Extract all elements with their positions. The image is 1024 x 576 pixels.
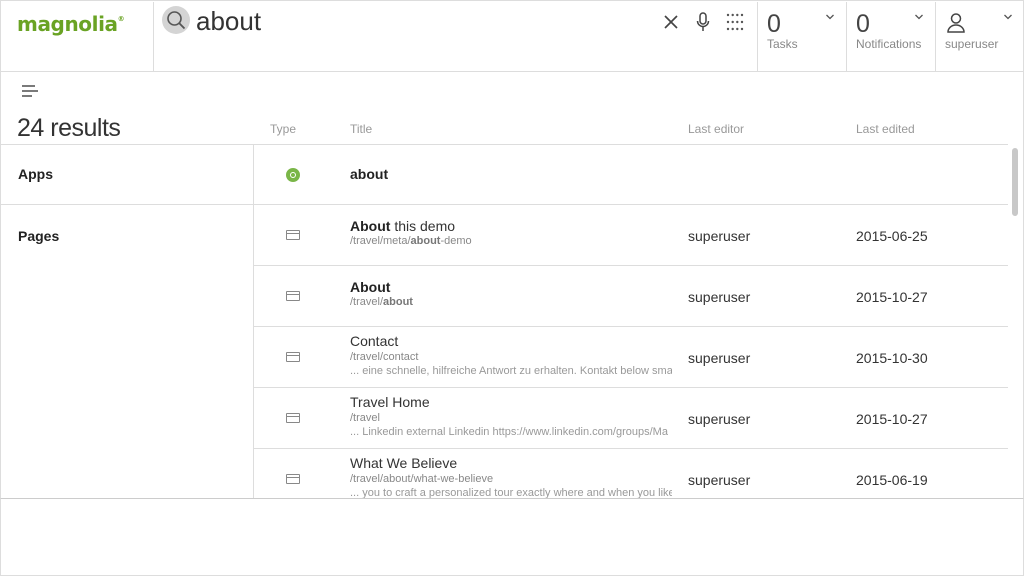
row-title: About (350, 279, 391, 295)
user-icon (947, 13, 965, 33)
page-icon (286, 291, 300, 301)
logo-text: magnolia® (17, 12, 125, 36)
notifications-indicator[interactable]: 0 Notifications (846, 2, 935, 72)
tasks-indicator[interactable]: 0 Tasks (757, 2, 846, 72)
column-header-type[interactable]: Type (270, 122, 296, 136)
search-input[interactable] (196, 4, 646, 38)
search-bar (154, 2, 757, 72)
column-header-last-edited[interactable]: Last edited (856, 122, 915, 136)
row-last-editor: superuser (688, 228, 751, 244)
row-title: about (350, 166, 389, 182)
user-name: superuser (945, 37, 999, 51)
row-last-editor: superuser (688, 472, 751, 488)
app-icon (286, 168, 300, 182)
tasks-label: Tasks (767, 37, 798, 51)
user-menu[interactable]: superuser (935, 2, 1024, 72)
row-title: What We Believe (350, 455, 458, 471)
row-snippet: ... you to craft a personalized tour exa… (350, 487, 672, 498)
page-icon (286, 352, 300, 362)
chevron-down-icon[interactable] (1003, 13, 1013, 21)
row-path: /travel (350, 412, 380, 424)
row-title: About this demo (350, 218, 456, 234)
row-snippet: ... eine schnelle, hilfreiche Antwort zu… (350, 365, 672, 377)
row-last-editor: superuser (688, 289, 751, 305)
chevron-down-icon[interactable] (914, 13, 924, 21)
group-divider (0, 204, 1008, 205)
row-last-edited: 2015-10-27 (856, 289, 928, 305)
row-last-edited: 2015-06-25 (856, 228, 928, 244)
row-path: /travel/meta/about-demo (350, 235, 472, 247)
footer-panel (0, 498, 1024, 576)
search-icon[interactable] (162, 6, 190, 34)
magnolia-logo[interactable]: magnolia® (2, 2, 154, 72)
row-last-edited: 2015-06-19 (856, 472, 928, 488)
row-path: /travel/about/what-we-believe (350, 473, 494, 485)
column-header-title[interactable]: Title (350, 122, 372, 136)
row-title: Travel Home (350, 394, 430, 410)
results-scrollbar[interactable] (1012, 148, 1018, 216)
row-divider (253, 326, 1008, 327)
group-label-apps: Apps (18, 166, 53, 182)
menu-toggle-icon[interactable] (21, 84, 39, 98)
row-divider (253, 387, 1008, 388)
row-path: /travel/contact (350, 351, 419, 363)
results-count: 24 results (17, 114, 121, 142)
row-last-editor: superuser (688, 411, 751, 427)
group-label-pages: Pages (18, 228, 60, 244)
chevron-down-icon[interactable] (825, 13, 835, 21)
row-last-editor: superuser (688, 350, 751, 366)
tasks-count: 0 (767, 10, 781, 38)
close-icon[interactable] (662, 13, 680, 31)
page-icon (286, 413, 300, 423)
row-last-edited: 2015-10-30 (856, 350, 928, 366)
table-top-divider (0, 144, 1008, 145)
row-title: Contact (350, 333, 399, 349)
group-column-divider (253, 145, 254, 498)
page-icon (286, 230, 300, 240)
left-border (0, 71, 1, 501)
column-header-last-editor[interactable]: Last editor (688, 122, 744, 136)
notifications-count: 0 (856, 10, 870, 38)
row-snippet: ... Linkedin external Linkedin https://w… (350, 426, 668, 438)
page-icon (286, 474, 300, 484)
row-divider (253, 265, 1008, 266)
row-divider (253, 448, 1008, 449)
notifications-label: Notifications (856, 37, 922, 51)
row-last-edited: 2015-10-27 (856, 411, 928, 427)
microphone-icon[interactable] (694, 11, 712, 33)
app-launcher-grid-icon[interactable] (726, 13, 744, 31)
top-bar: magnolia® 0 Tasks 0 Notifications (0, 0, 1024, 72)
row-path: /travel/about (350, 296, 413, 308)
